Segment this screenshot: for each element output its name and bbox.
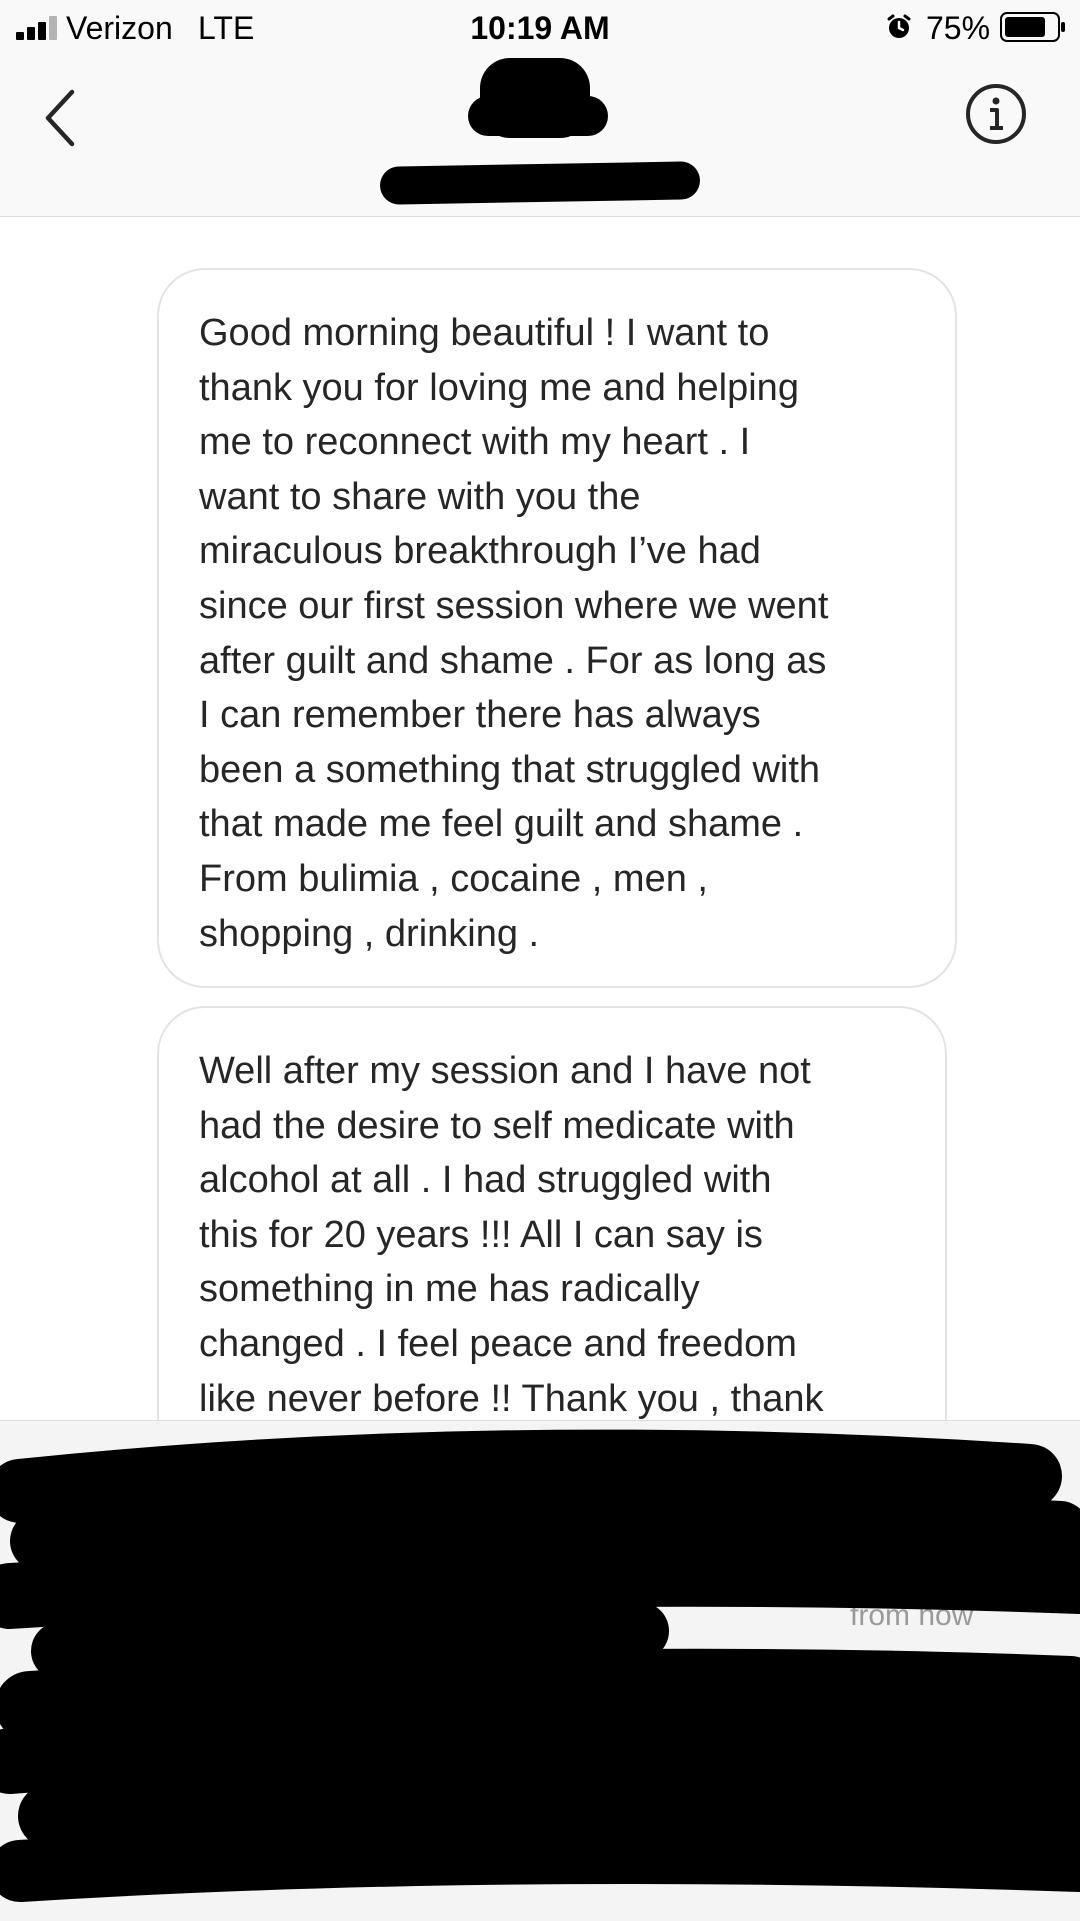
- message-bubble[interactable]: Well after my session and I have not had…: [157, 1006, 947, 1420]
- battery-icon: [1000, 12, 1065, 42]
- username-redaction: [379, 161, 701, 205]
- conversation-header: [0, 56, 1080, 217]
- redacted-area: from now: [0, 1420, 1080, 1921]
- back-button[interactable]: [36, 78, 96, 158]
- clock: 10:19 AM: [470, 10, 610, 46]
- message-thread[interactable]: Good morning beautiful ! I want to thank…: [0, 216, 1080, 1420]
- battery-percent: 75%: [926, 10, 991, 46]
- message-bubble[interactable]: Good morning beautiful ! I want to thank…: [157, 268, 957, 988]
- avatar-redaction: [468, 96, 608, 136]
- status-bar: Verizon LTE 10:19 AM 75%: [0, 0, 1080, 56]
- alarm-icon: [887, 14, 911, 38]
- redaction-scribble: [0, 1429, 1080, 1902]
- info-icon[interactable]: [962, 80, 1030, 148]
